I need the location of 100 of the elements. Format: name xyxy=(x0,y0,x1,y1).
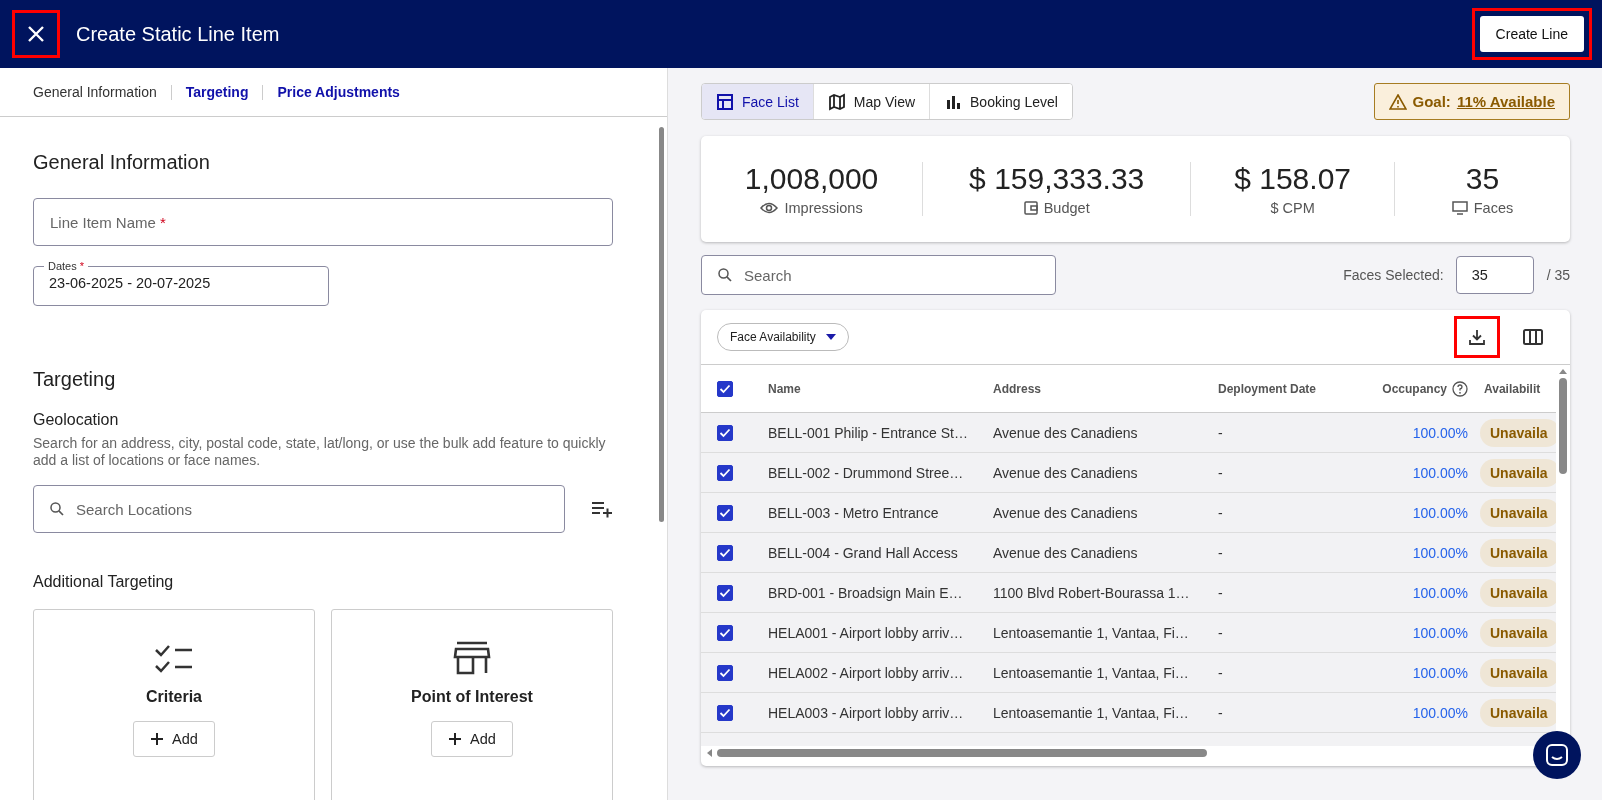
card-title: Point of Interest xyxy=(411,688,533,706)
table-cell: 100.00% xyxy=(1412,504,1468,521)
availability-tag: Unavaila xyxy=(1480,578,1556,607)
section-tab[interactable]: Targeting xyxy=(185,84,249,100)
card-title: Criteria xyxy=(146,688,202,706)
column-header[interactable]: Occupancy xyxy=(1382,381,1447,396)
table-cell: 100.00% xyxy=(1412,664,1468,681)
table-cell: HELA001 - Airport lobby arriv… xyxy=(768,624,964,641)
scrollbar-thumb[interactable] xyxy=(1559,378,1567,474)
add-button[interactable]: Add xyxy=(133,721,215,757)
availability-tag: Unavaila xyxy=(1480,538,1556,567)
chat-button[interactable] xyxy=(1533,731,1581,779)
stat-label: Budget xyxy=(1043,200,1090,216)
faces-selected-field[interactable]: 35 xyxy=(1455,256,1534,294)
table-cell: Lentoasemantie 1, Vantaa, Fi… xyxy=(993,624,1189,641)
view-tab[interactable]: Booking Level xyxy=(929,84,1072,119)
stat-label: Faces xyxy=(1473,200,1514,216)
availability-tag: Unavaila xyxy=(1480,458,1556,487)
table-cell: Avenue des Canadiens xyxy=(993,464,1138,481)
monitor-icon xyxy=(1451,201,1468,215)
table-cell: 100.00% xyxy=(1412,584,1468,601)
section-heading: General Information xyxy=(33,151,211,174)
column-header[interactable]: Deployment Date xyxy=(1218,381,1317,396)
caret-icon xyxy=(825,334,836,340)
table-cell: Avenue des Canadiens xyxy=(993,544,1138,561)
column-header[interactable]: Name xyxy=(768,381,801,396)
table-cell: - xyxy=(1218,424,1223,441)
download-button[interactable] xyxy=(1454,316,1500,358)
plus-icon xyxy=(150,732,165,746)
goal-link[interactable]: 11% Available xyxy=(1456,93,1555,110)
row-checkbox[interactable] xyxy=(717,464,733,481)
table-cell: BELL-004 - Grand Hall Access xyxy=(768,544,958,561)
section-tab[interactable]: General Information xyxy=(33,84,157,100)
row-checkbox[interactable] xyxy=(717,424,733,441)
line-item-name-field[interactable]: Line Item Name * xyxy=(33,198,613,246)
faces-selected-label: Faces Selected: xyxy=(1343,267,1444,283)
stat-label: $ CPM xyxy=(1270,200,1315,216)
scrollbar-thumb[interactable] xyxy=(658,127,664,522)
close-button[interactable] xyxy=(12,10,60,58)
table-cell: Lentoasemantie 1, Vantaa, Fi… xyxy=(993,704,1189,721)
store-icon xyxy=(453,641,491,675)
table-cell: - xyxy=(1218,584,1223,601)
face-availability-filter[interactable]: Face Availability xyxy=(717,323,849,351)
search-locations-field[interactable]: Search Locations xyxy=(33,485,565,533)
table-cell: - xyxy=(1218,544,1223,561)
wallet-icon xyxy=(1023,201,1038,215)
faces-total: / 35 xyxy=(1546,267,1570,283)
bulk-add-icon[interactable] xyxy=(591,500,613,518)
table-cell: - xyxy=(1218,664,1223,681)
goal-label: Goal: xyxy=(1412,93,1451,110)
row-checkbox[interactable] xyxy=(717,544,733,561)
stat-value: 35 xyxy=(1465,162,1500,196)
row-checkbox[interactable] xyxy=(717,624,733,641)
availability-tag: Unavaila xyxy=(1480,498,1556,527)
help-icon[interactable] xyxy=(1452,380,1468,397)
column-header[interactable]: Address xyxy=(993,381,1042,396)
columns-icon xyxy=(1523,329,1543,345)
table-cell: BRD-001 - Broadsign Main E… xyxy=(768,584,963,601)
description-text: Search for an address, city, postal code, state, lat/long, or use the bulk add feature to quickly add a list of locations or face names. xyxy=(33,435,607,469)
table-cell: Avenue des Canadiens xyxy=(993,424,1138,441)
checklist-icon xyxy=(154,643,194,673)
availability-tag: Unavaila xyxy=(1480,618,1556,647)
table-cell: 100.00% xyxy=(1412,624,1468,641)
table-cell: 100.00% xyxy=(1412,424,1468,441)
table-cell: HELA003 - Airport lobby arriv… xyxy=(768,704,964,721)
view-tab[interactable]: Face List xyxy=(702,84,813,119)
table-cell: BELL-001 Philip - Entrance St… xyxy=(768,424,968,441)
table-cell: - xyxy=(1218,504,1223,521)
row-checkbox[interactable] xyxy=(717,664,733,681)
scroll-up-arrow-icon[interactable] xyxy=(1558,367,1568,375)
create-line-button[interactable]: Create Line xyxy=(1479,16,1584,52)
download-icon xyxy=(1468,328,1486,346)
subsection-title: Geolocation xyxy=(33,411,120,429)
table-cell: BELL-003 - Metro Entrance xyxy=(768,504,939,521)
search-field[interactable]: Search xyxy=(701,255,1056,295)
table-cell: HELA002 - Airport lobby arriv… xyxy=(768,664,964,681)
table-cell: - xyxy=(1218,704,1223,721)
search-icon xyxy=(716,266,734,284)
table-cell: 100.00% xyxy=(1412,544,1468,561)
table-cell: - xyxy=(1218,464,1223,481)
section-tab[interactable]: Price Adjustments xyxy=(277,84,400,100)
stat-value: $ 158.07 xyxy=(1234,162,1351,196)
row-checkbox[interactable] xyxy=(717,704,733,721)
select-all-checkbox[interactable] xyxy=(717,380,733,397)
dates-field[interactable]: Dates * 23-06-2025 - 20-07-2025 xyxy=(33,260,329,306)
table-cell: BELL-002 - Drummond Stree… xyxy=(768,464,964,481)
row-checkbox[interactable] xyxy=(717,584,733,601)
table-cell: 1100 Blvd Robert-Bourassa 1… xyxy=(993,584,1190,601)
scrollbar-thumb[interactable] xyxy=(717,749,1207,757)
availability-tag: Unavaila xyxy=(1480,418,1556,447)
section-heading: Targeting xyxy=(33,368,117,391)
column-header[interactable]: Availabilit xyxy=(1484,381,1541,396)
row-checkbox[interactable] xyxy=(717,504,733,521)
map-icon xyxy=(827,92,846,111)
stat-value: 1,008,000 xyxy=(744,162,879,196)
scroll-left-arrow-icon[interactable] xyxy=(705,748,713,758)
search-icon xyxy=(48,500,66,518)
add-button[interactable]: Add xyxy=(431,721,513,757)
table-cell: Avenue des Canadiens xyxy=(993,504,1138,521)
stat-label: Impressions xyxy=(784,200,863,216)
